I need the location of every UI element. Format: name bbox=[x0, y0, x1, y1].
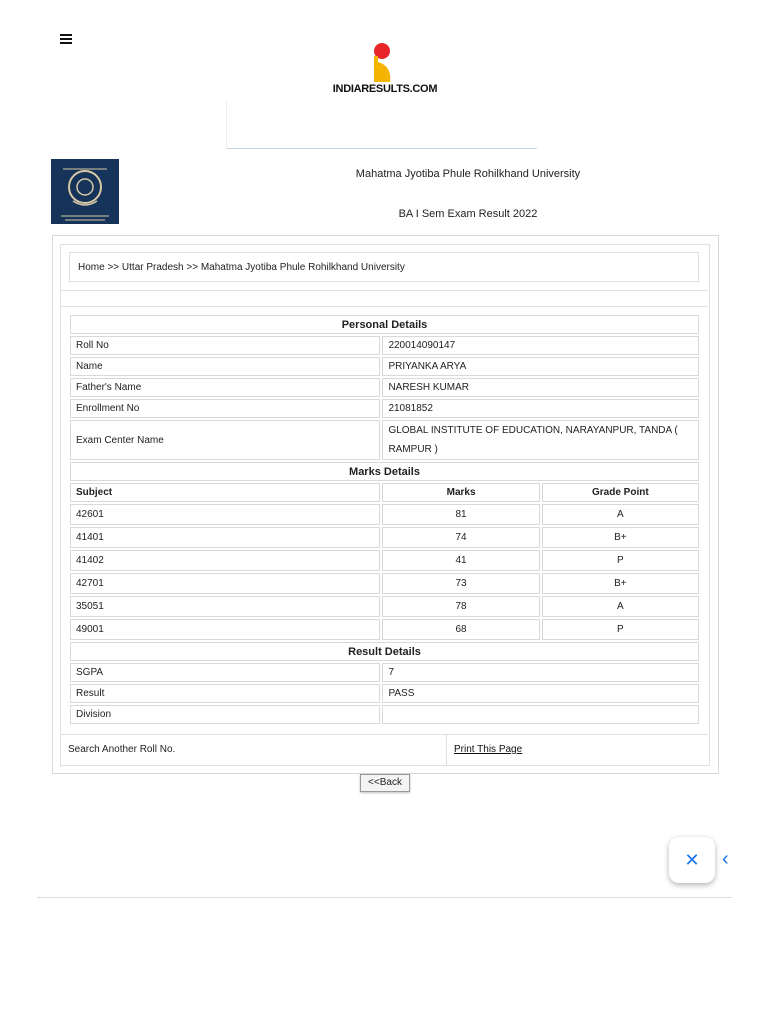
marks-cell: 68 bbox=[382, 619, 540, 640]
university-logo bbox=[51, 159, 119, 224]
divider bbox=[37, 897, 732, 898]
print-page-link[interactable]: Print This Page bbox=[454, 744, 522, 755]
table-row: Enrollment No 21081852 bbox=[70, 399, 699, 418]
chevron-left-icon[interactable]: ‹ bbox=[722, 848, 729, 871]
footer-row: Search Another Roll No. Print This Page bbox=[61, 734, 708, 765]
table-row: 41401 74 B+ bbox=[70, 527, 699, 548]
divider bbox=[446, 735, 447, 765]
subject-cell: 35051 bbox=[70, 596, 381, 617]
personal-details-heading: Personal Details bbox=[70, 315, 699, 334]
field-label: Exam Center Name bbox=[70, 420, 381, 460]
table-row: Father's Name NARESH KUMAR bbox=[70, 378, 699, 397]
field-value: PASS bbox=[382, 684, 699, 703]
breadcrumb[interactable]: Home >> Uttar Pradesh >> Mahatma Jyotiba… bbox=[69, 252, 699, 282]
grade-cell: A bbox=[541, 504, 699, 525]
marks-cell: 73 bbox=[382, 573, 540, 594]
field-value: GLOBAL INSTITUTE OF EDUCATION, NARAYANPU… bbox=[382, 420, 699, 460]
field-value: 220014090147 bbox=[382, 336, 699, 355]
field-label: SGPA bbox=[70, 663, 381, 682]
table-row: 42601 81 A bbox=[70, 504, 699, 525]
logo-text: INDIARESULTS.COM bbox=[332, 83, 438, 95]
close-button[interactable]: ✕ bbox=[669, 837, 715, 883]
field-label: Result bbox=[70, 684, 381, 703]
field-label: Roll No bbox=[70, 336, 381, 355]
column-header-subject: Subject bbox=[70, 483, 381, 502]
table-row: Roll No 220014090147 bbox=[70, 336, 699, 355]
search-another-roll-link[interactable]: Search Another Roll No. bbox=[68, 744, 175, 755]
university-name: Mahatma Jyotiba Phule Rohilkhand Univers… bbox=[355, 168, 581, 180]
divider bbox=[61, 306, 708, 307]
indiaresults-logo[interactable]: INDIARESULTS.COM bbox=[331, 42, 439, 96]
marks-cell: 41 bbox=[382, 550, 540, 571]
field-value: 7 bbox=[382, 663, 699, 682]
logo-mark-icon bbox=[374, 43, 391, 82]
subject-cell: 41401 bbox=[70, 527, 381, 548]
marks-cell: 81 bbox=[382, 504, 540, 525]
grade-cell: B+ bbox=[541, 527, 699, 548]
marks-header-row: Subject Marks Grade Point bbox=[70, 483, 699, 502]
field-label: Name bbox=[70, 357, 381, 376]
grade-cell: P bbox=[541, 550, 699, 571]
exam-title: BA I Sem Exam Result 2022 bbox=[398, 208, 538, 220]
grade-cell: P bbox=[541, 619, 699, 640]
table-row: 42701 73 B+ bbox=[70, 573, 699, 594]
subject-cell: 42601 bbox=[70, 504, 381, 525]
table-row: 49001 68 P bbox=[70, 619, 699, 640]
grade-cell: B+ bbox=[541, 573, 699, 594]
column-header-grade: Grade Point bbox=[541, 483, 699, 502]
table-row: Name PRIYANKA ARYA bbox=[70, 357, 699, 376]
field-label: Enrollment No bbox=[70, 399, 381, 418]
table-row: 41402 41 P bbox=[70, 550, 699, 571]
hamburger-menu-icon[interactable] bbox=[60, 34, 72, 46]
subject-cell: 41402 bbox=[70, 550, 381, 571]
table-row: Division bbox=[70, 705, 699, 724]
table-row: Result PASS bbox=[70, 684, 699, 703]
column-header-marks: Marks bbox=[382, 483, 540, 502]
result-details-heading: Result Details bbox=[70, 642, 699, 661]
close-icon: ✕ bbox=[684, 850, 700, 870]
field-value: 21081852 bbox=[382, 399, 699, 418]
marks-details-heading: Marks Details bbox=[70, 462, 699, 481]
result-table: Personal Details Roll No 220014090147 Na… bbox=[68, 313, 701, 726]
ad-frame bbox=[226, 101, 537, 149]
table-row: Exam Center Name GLOBAL INSTITUTE OF EDU… bbox=[70, 420, 699, 460]
table-row: SGPA 7 bbox=[70, 663, 699, 682]
field-value bbox=[382, 705, 699, 724]
divider bbox=[61, 290, 708, 291]
back-button[interactable]: <<Back bbox=[360, 774, 410, 792]
field-label: Father's Name bbox=[70, 378, 381, 397]
subject-cell: 42701 bbox=[70, 573, 381, 594]
marks-cell: 78 bbox=[382, 596, 540, 617]
field-value: NARESH KUMAR bbox=[382, 378, 699, 397]
subject-cell: 49001 bbox=[70, 619, 381, 640]
marks-cell: 74 bbox=[382, 527, 540, 548]
field-value: PRIYANKA ARYA bbox=[382, 357, 699, 376]
table-row: 35051 78 A bbox=[70, 596, 699, 617]
field-label: Division bbox=[70, 705, 381, 724]
grade-cell: A bbox=[541, 596, 699, 617]
